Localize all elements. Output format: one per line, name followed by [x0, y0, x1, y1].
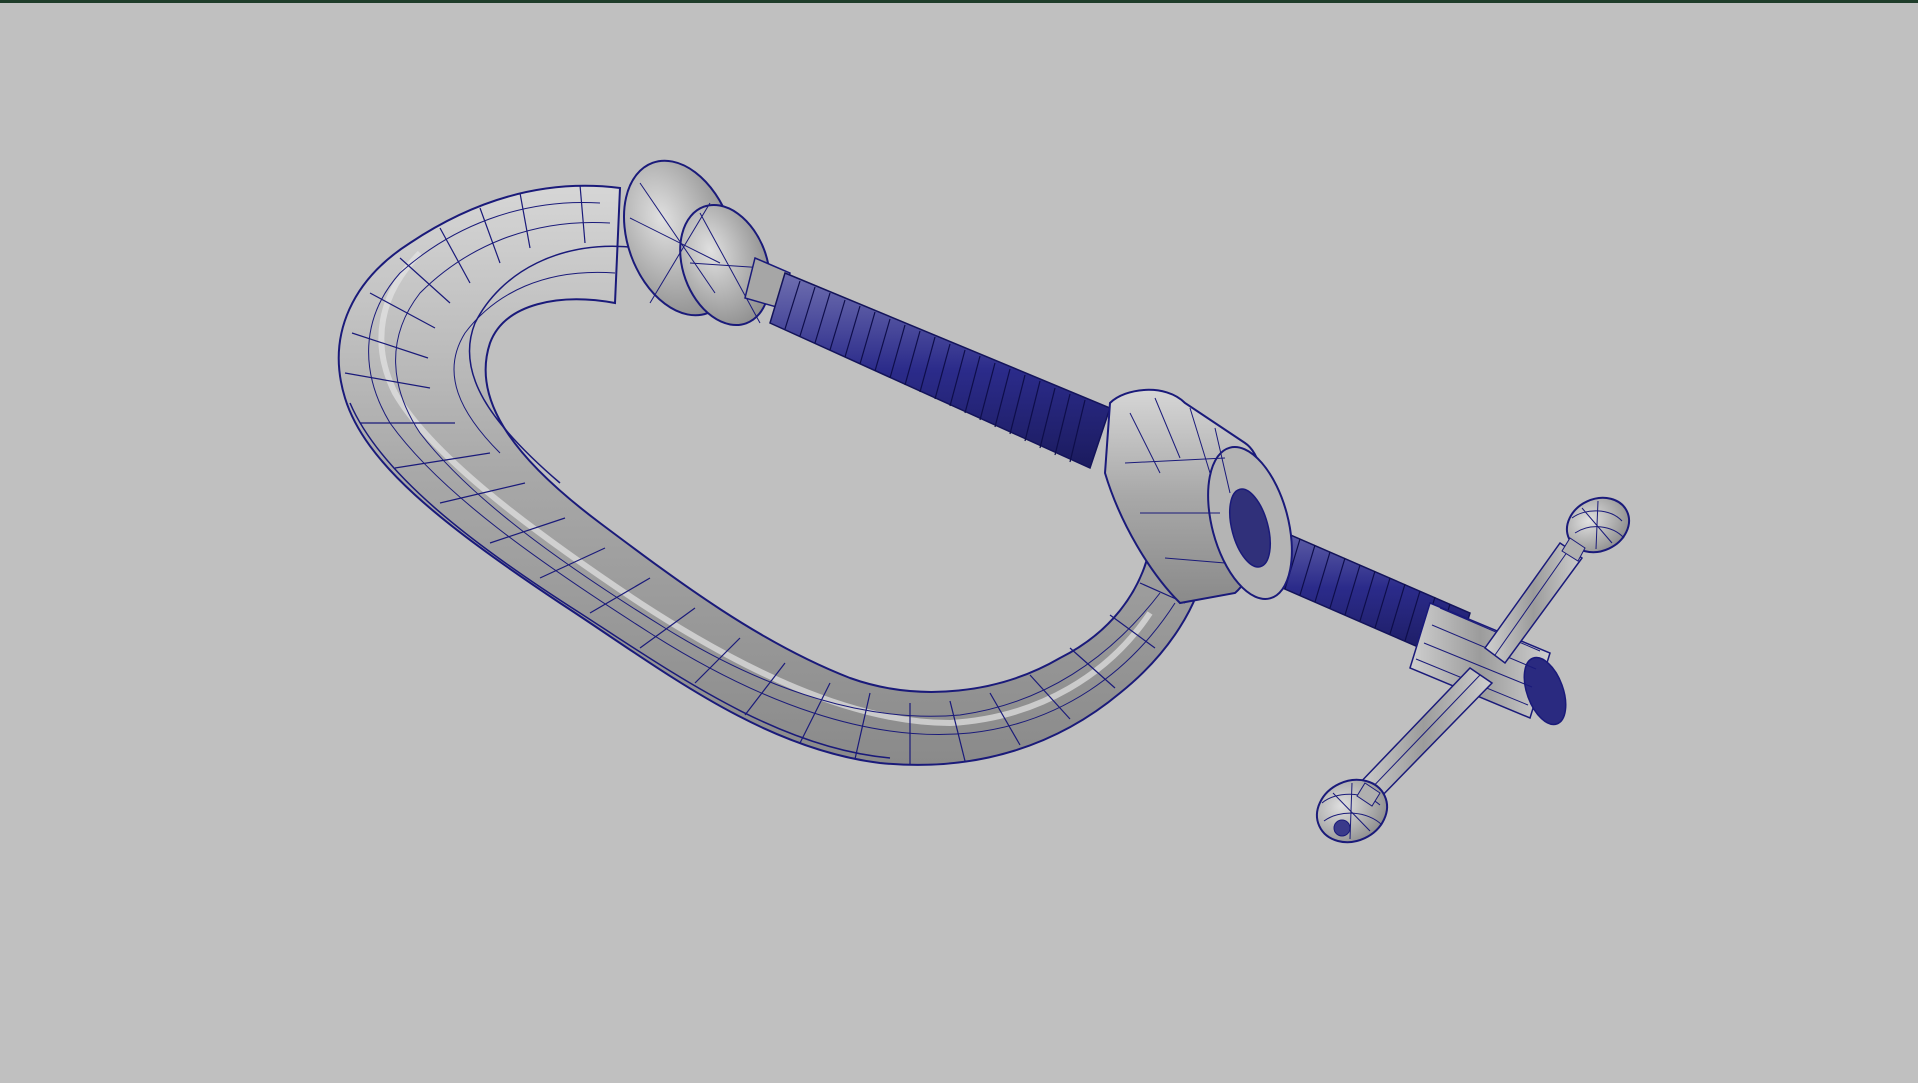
- frame-boss[interactable]: [1103, 388, 1307, 608]
- rod-upper: [1483, 541, 1584, 665]
- viewport-scene[interactable]: [0, 3, 1918, 1083]
- rod-lower: [1353, 667, 1494, 804]
- swivel-pad[interactable]: [604, 145, 791, 338]
- 3d-viewport[interactable]: [0, 0, 1918, 1080]
- handle-knob-top[interactable]: [1558, 488, 1638, 562]
